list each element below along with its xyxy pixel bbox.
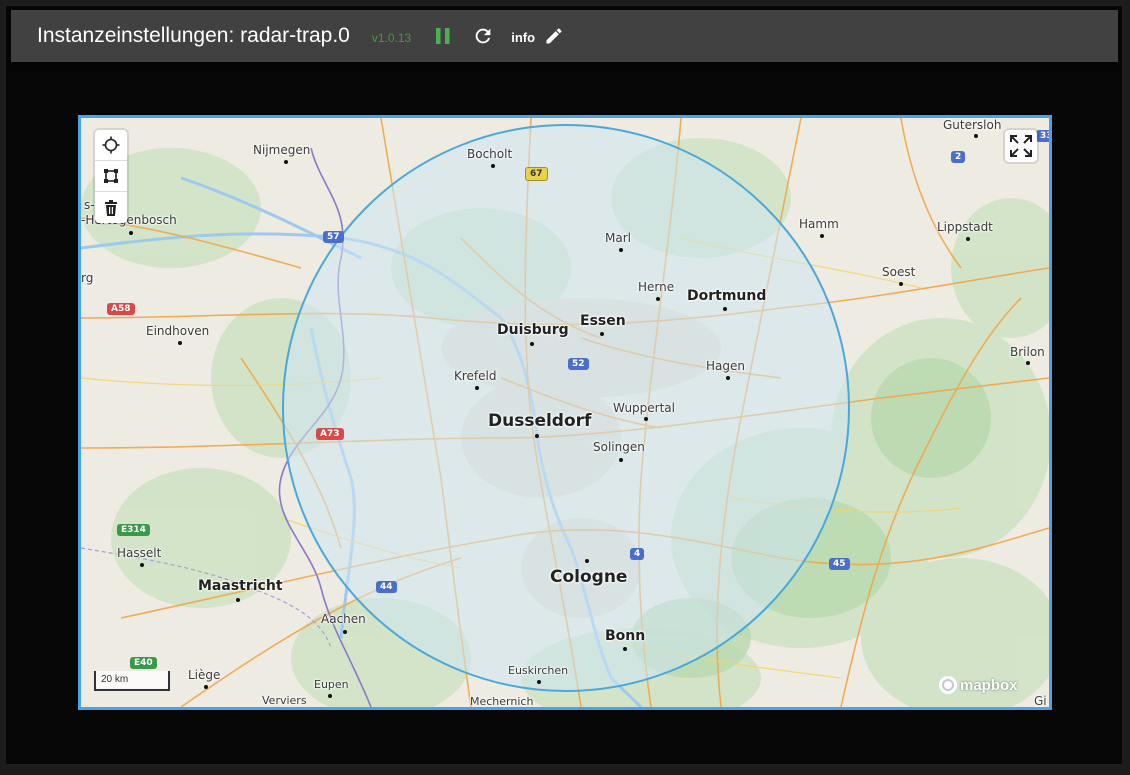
scale-bar: 20 km <box>94 671 170 691</box>
pencil-icon <box>546 28 562 44</box>
reload-button[interactable] <box>471 24 495 48</box>
city-label: Gutersloh <box>943 118 1002 132</box>
city-label: Hasselt <box>117 546 162 560</box>
pause-icon <box>436 28 450 44</box>
city-label: s- <box>84 198 95 212</box>
city-label: Marl <box>605 231 631 245</box>
locate-icon <box>102 136 120 154</box>
city-label: Dortmund <box>687 288 767 304</box>
city-label: Hagen <box>706 359 745 373</box>
road-shield: E314 <box>117 524 150 536</box>
city-label: Bonn <box>605 628 646 644</box>
road-shield: 33 <box>1036 130 1049 142</box>
city-label: Soest <box>882 265 916 279</box>
fullscreen-icon <box>1010 135 1032 157</box>
city-label: Krefeld <box>454 369 497 383</box>
road-shield: A73 <box>316 428 344 440</box>
pause-button[interactable] <box>433 25 453 47</box>
road-shield: 4 <box>630 548 645 560</box>
city-label: Hamm <box>799 217 839 231</box>
mapbox-logo[interactable]: mapbox <box>939 676 1018 694</box>
mapbox-wordmark: mapbox <box>960 676 1018 694</box>
city-label: Wuppertal <box>613 401 675 415</box>
city-label: Herne <box>638 280 675 294</box>
info-link[interactable]: info <box>511 30 535 45</box>
page-title: Instanzeinstellungen: radar-trap.0 <box>37 24 350 47</box>
city-label: Maastricht <box>198 578 283 594</box>
draw-polygon-button[interactable] <box>95 161 127 192</box>
title-bar: Instanzeinstellungen: radar-trap.0 v1.0.… <box>11 10 1118 62</box>
city-label: Verviers <box>262 694 307 707</box>
road-shield: E40 <box>130 657 157 669</box>
draw-circle-button[interactable] <box>95 130 127 161</box>
road-shield: 44 <box>376 581 397 593</box>
reload-icon <box>475 28 491 44</box>
attribution-text[interactable]: Gi <box>1034 694 1047 707</box>
mapbox-logo-icon <box>939 676 957 694</box>
city-label: Solingen <box>593 440 645 454</box>
city-label: Duisburg <box>497 322 569 338</box>
city-label: Cologne <box>550 567 628 587</box>
city-label: Eindhoven <box>146 324 210 338</box>
road-shield: 67 <box>525 167 548 181</box>
road-shield: 52 <box>568 358 589 370</box>
city-label: Aachen <box>321 612 366 626</box>
city-label: Dusseldorf <box>488 411 592 431</box>
city-label: Lippstadt <box>937 220 993 234</box>
map-view[interactable]: Gutersloh Nijmegen Bocholt -Hertogenbosc… <box>78 115 1052 710</box>
city-label: Nijmegen <box>253 143 311 157</box>
road-shield: A58 <box>107 303 135 315</box>
delete-shape-button[interactable] <box>95 192 127 223</box>
trash-icon <box>105 199 117 216</box>
city-label: Bocholt <box>467 147 513 161</box>
city-label: Euskirchen <box>508 664 569 677</box>
road-shield: 45 <box>829 558 850 570</box>
fullscreen-button[interactable] <box>1005 130 1037 162</box>
version-label: v1.0.13 <box>371 31 412 45</box>
draw-polygon-icon <box>104 169 118 183</box>
road-shield: 2 <box>951 151 966 163</box>
search-radius-circle[interactable] <box>282 124 850 692</box>
draw-controls <box>95 130 127 223</box>
edit-button[interactable] <box>543 25 565 47</box>
road-shield: 57 <box>323 231 344 243</box>
city-label: Eupen <box>314 678 349 691</box>
city-label: Essen <box>580 313 626 329</box>
city-label: Liège <box>188 668 221 682</box>
city-label: Mechernich <box>470 695 534 708</box>
city-label: Brilon <box>1010 345 1045 359</box>
city-label: rg <box>81 271 94 285</box>
